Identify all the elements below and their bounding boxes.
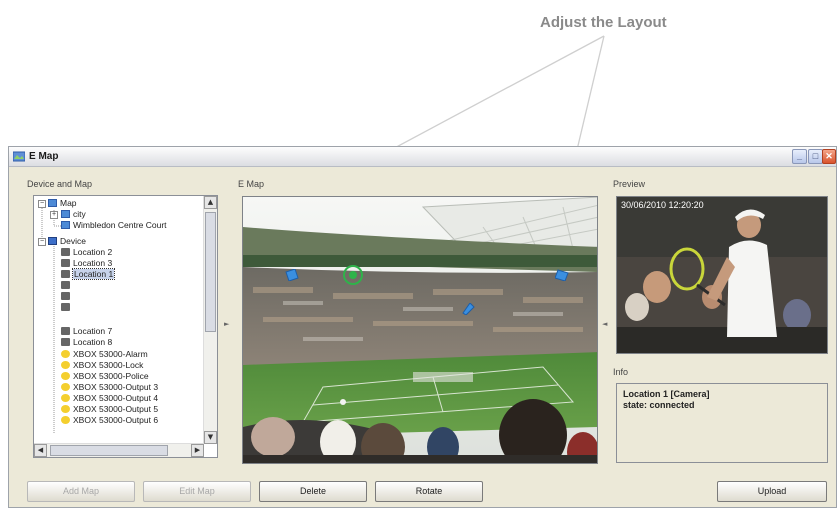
- rotate-button[interactable]: Rotate: [375, 481, 483, 502]
- info-device-name: Location 1 [Camera]: [623, 389, 710, 399]
- preview-timestamp: 30/06/2010 12:20:20: [621, 200, 704, 210]
- tree-item-camera[interactable]: [61, 302, 73, 313]
- expander-device[interactable]: −: [38, 238, 46, 246]
- minimize-button[interactable]: _: [792, 149, 807, 164]
- vertical-scroll-thumb[interactable]: [205, 212, 216, 332]
- device-map-label: Device and Map: [27, 179, 93, 189]
- tree-item-output-3[interactable]: XBOX 53000-Output 3: [61, 382, 158, 393]
- window-title: E Map: [29, 151, 59, 162]
- add-map-button[interactable]: Add Map: [27, 481, 135, 502]
- tree-item-location-3[interactable]: Location 3: [61, 258, 112, 269]
- tree-item-police[interactable]: XBOX 53000-Police: [61, 371, 149, 382]
- emap-window: E Map _ □ ✕ Device and Map E Map Preview…: [8, 146, 837, 508]
- tree-item-alarm[interactable]: XBOX 53000-Alarm: [61, 349, 148, 360]
- maximize-button[interactable]: □: [808, 149, 823, 164]
- expander-city[interactable]: +: [50, 211, 58, 219]
- tree-item-output-6[interactable]: XBOX 53000-Output 6: [61, 415, 158, 426]
- camera-icon: [61, 327, 70, 335]
- camera-icon: [61, 281, 70, 289]
- upload-button[interactable]: Upload: [717, 481, 827, 502]
- tree-content: − Map + city Wimbledon Centre Court − De…: [34, 196, 204, 444]
- map-icon: [61, 210, 70, 218]
- scroll-down-icon[interactable]: ▼: [204, 431, 217, 444]
- scroll-right-icon[interactable]: ▶: [191, 444, 204, 457]
- camera-icon: [61, 338, 70, 346]
- tree-item-location-1[interactable]: Location 1: [61, 268, 116, 280]
- camera-marker-icon[interactable]: [285, 269, 301, 281]
- close-button[interactable]: ✕: [822, 149, 836, 164]
- tree-item-location-7[interactable]: Location 7: [61, 326, 112, 337]
- info-label: Info: [613, 367, 629, 377]
- map-icon: [48, 199, 57, 207]
- splitter-right-icon[interactable]: ◄: [602, 320, 607, 328]
- camera-icon: [61, 270, 70, 278]
- bulb-icon: [61, 361, 70, 369]
- annotation-headline: Adjust the Layout: [540, 14, 667, 31]
- bulb-icon: [61, 383, 70, 391]
- tree-vertical-scrollbar[interactable]: ▲ ▼: [203, 196, 217, 444]
- tree-item-location-2[interactable]: Location 2: [61, 247, 112, 258]
- info-device-state: state: connected: [623, 400, 695, 410]
- tree-item-city[interactable]: city: [61, 209, 86, 220]
- info-box: Location 1 [Camera] state: connected: [616, 383, 828, 463]
- splitter-left-icon[interactable]: ►: [224, 320, 229, 328]
- scroll-up-icon[interactable]: ▲: [204, 196, 217, 209]
- tree-item-camera[interactable]: [61, 280, 73, 291]
- delete-button[interactable]: Delete: [259, 481, 367, 502]
- stadium-map-image: [243, 197, 597, 463]
- scroll-left-icon[interactable]: ◀: [34, 444, 47, 457]
- camera-icon: [61, 248, 70, 256]
- bulb-icon: [61, 416, 70, 424]
- expander-map[interactable]: −: [38, 200, 46, 208]
- tree-item-camera[interactable]: [61, 291, 73, 302]
- camera-icon: [61, 292, 70, 300]
- camera-icon: [61, 259, 70, 267]
- preview-video-frame: [617, 197, 827, 353]
- tree-item-output-5[interactable]: XBOX 53000-Output 5: [61, 404, 158, 415]
- camera-marker-icon[interactable]: [555, 269, 571, 281]
- tree-item-location-8[interactable]: Location 8: [61, 337, 112, 348]
- tree-item-output-4[interactable]: XBOX 53000-Output 4: [61, 393, 158, 404]
- app-icon: [13, 151, 25, 162]
- device-tree[interactable]: − Map + city Wimbledon Centre Court − De…: [33, 195, 218, 458]
- monitor-icon: [48, 237, 57, 245]
- map-icon: [61, 221, 70, 229]
- emap-label: E Map: [238, 179, 265, 189]
- tree-item-wimbledon[interactable]: Wimbledon Centre Court: [61, 220, 167, 231]
- tree-horizontal-scrollbar[interactable]: ◀ ▶: [34, 443, 204, 457]
- bulb-icon: [61, 372, 70, 380]
- title-bar: E Map _ □ ✕: [9, 147, 836, 167]
- camera-marker-icon[interactable]: [461, 303, 475, 315]
- preview-panel: 30/06/2010 12:20:20: [616, 196, 828, 354]
- tree-item-device[interactable]: Device: [48, 236, 86, 247]
- bulb-icon: [61, 405, 70, 413]
- tree-item-lock[interactable]: XBOX 53000-Lock: [61, 360, 143, 371]
- horizontal-scroll-thumb[interactable]: [50, 445, 168, 456]
- preview-label: Preview: [613, 179, 646, 189]
- edit-map-button[interactable]: Edit Map: [143, 481, 251, 502]
- selected-camera-marker-icon[interactable]: [343, 265, 363, 285]
- bulb-icon: [61, 350, 70, 358]
- camera-icon: [61, 303, 70, 311]
- tree-item-map[interactable]: Map: [48, 198, 77, 209]
- emap-canvas[interactable]: [242, 196, 598, 464]
- bulb-icon: [61, 394, 70, 402]
